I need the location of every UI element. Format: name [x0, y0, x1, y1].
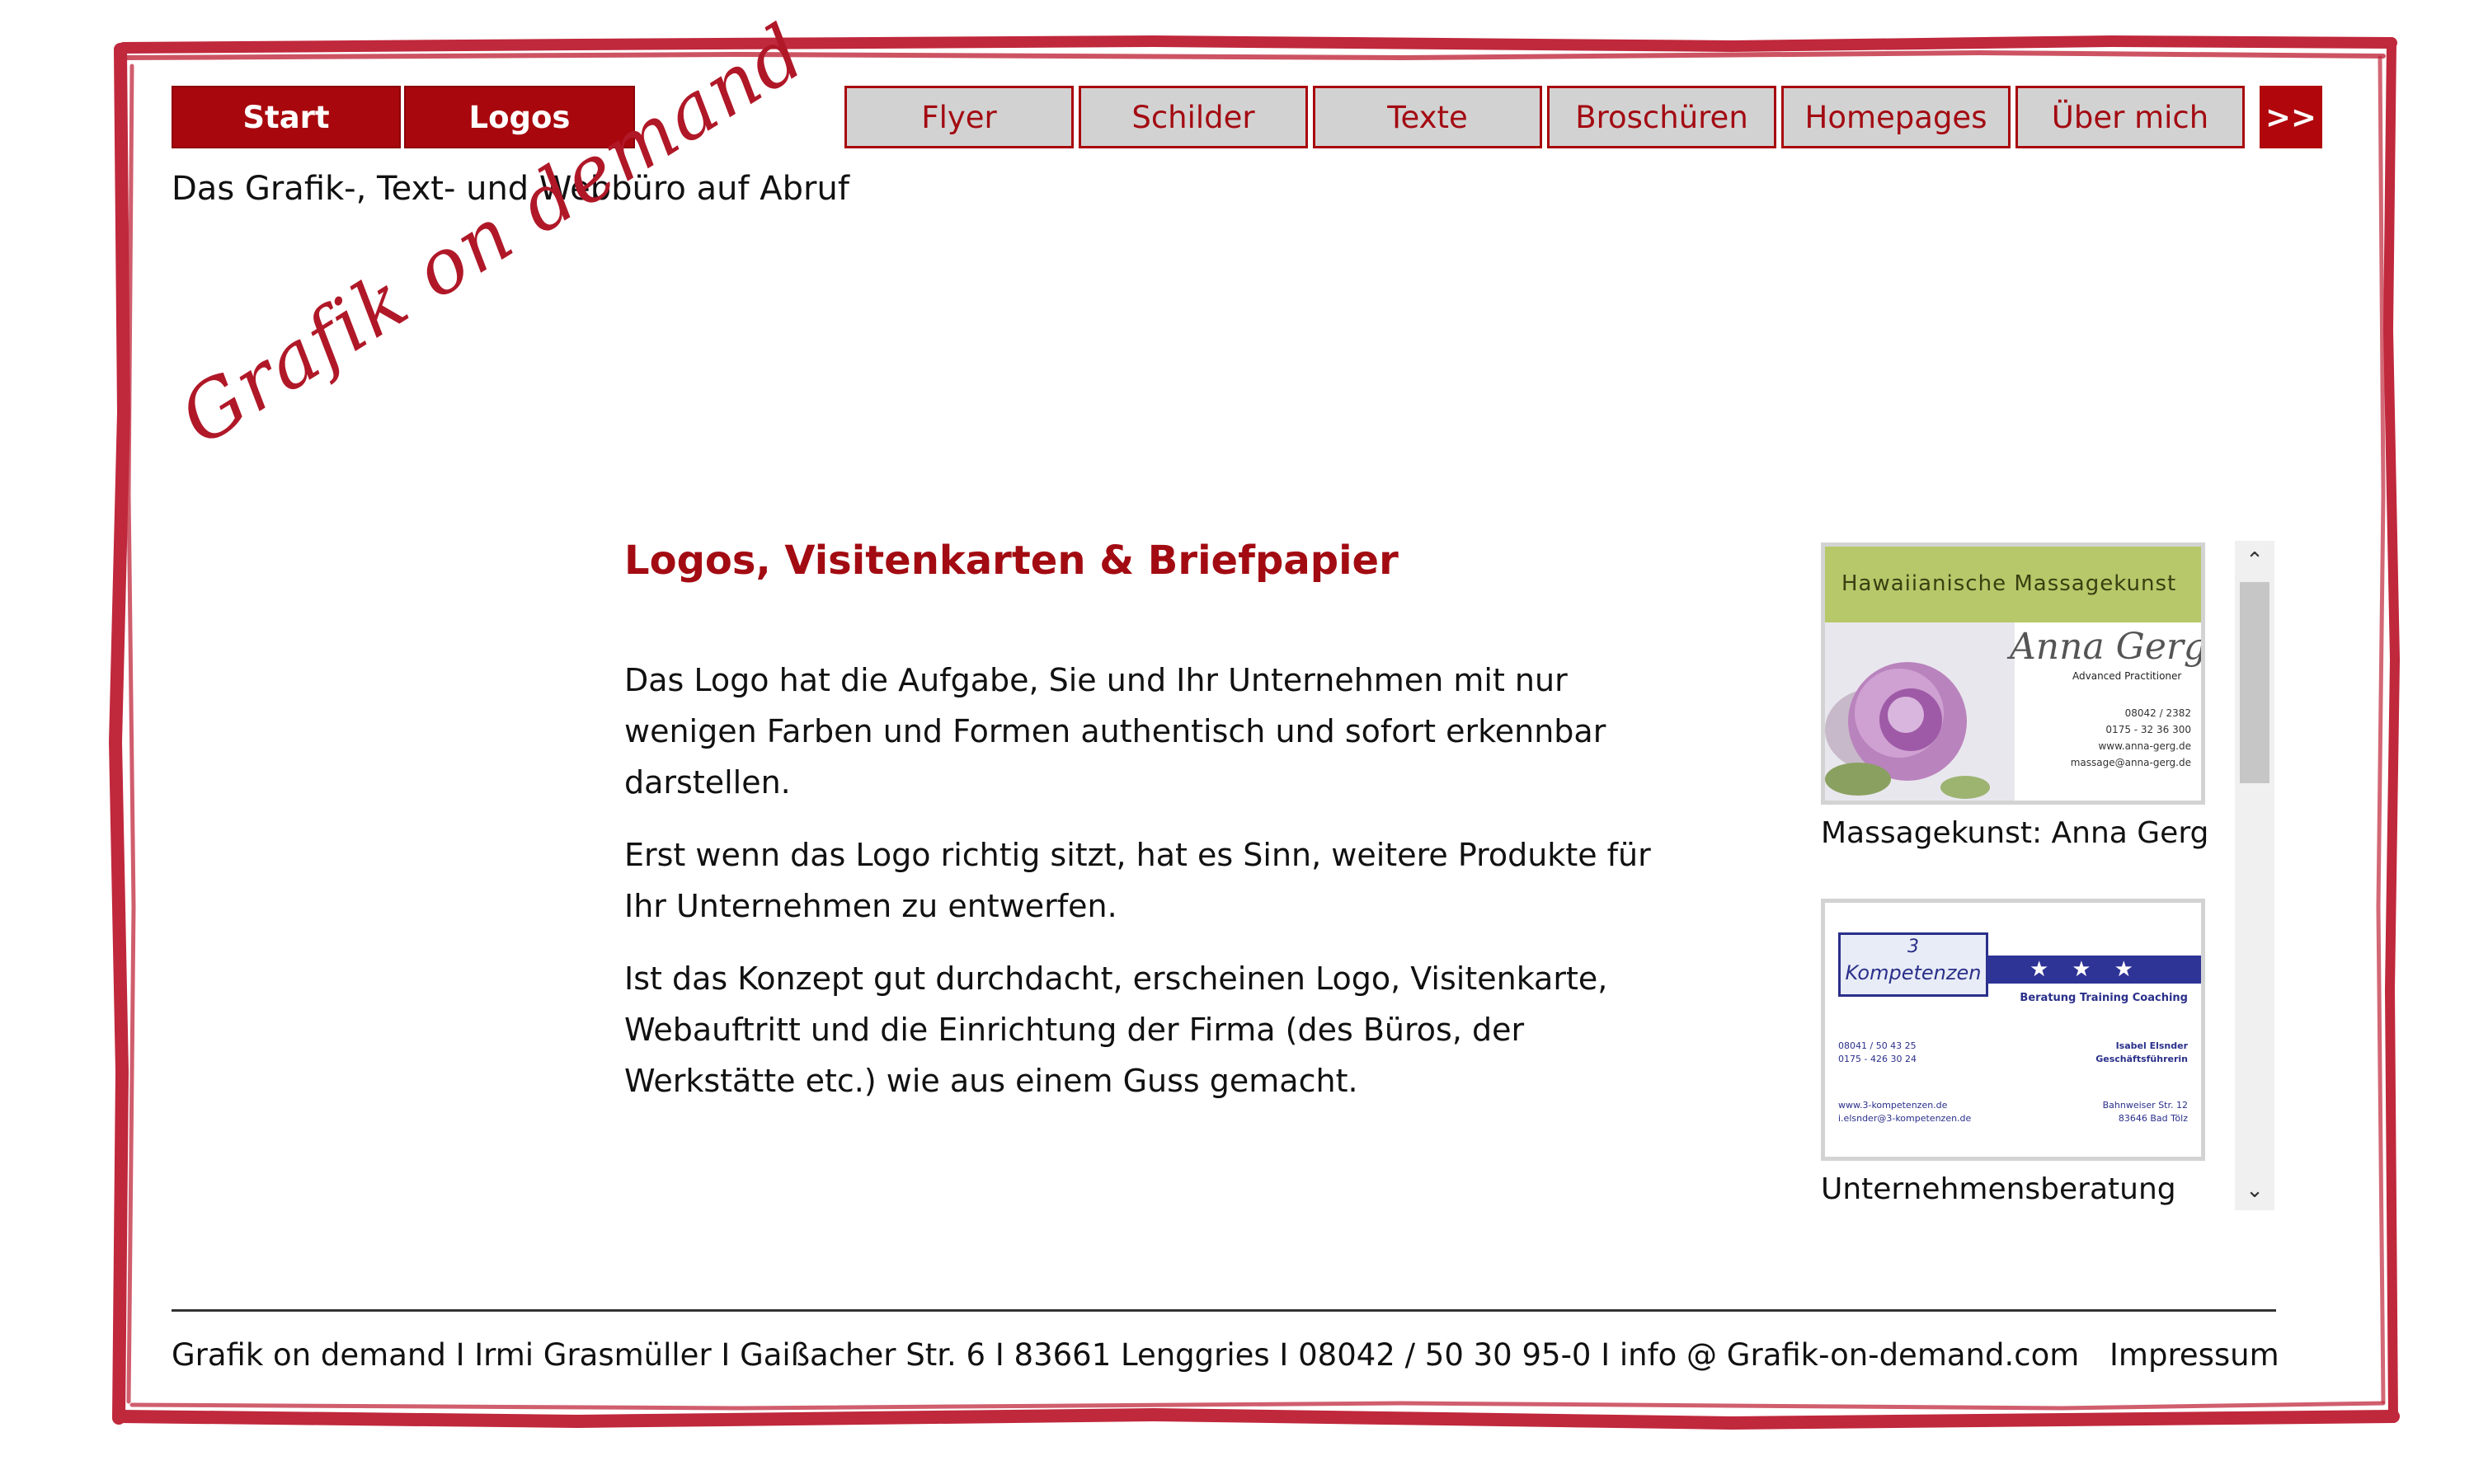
footer-contact: Grafik on demand I Irmi Grasmüller I Gai… [172, 1337, 2080, 1373]
card-title: Hawaiianische Massagekunst [1841, 571, 2177, 596]
page-heading: Logos, Visitenkarten & Briefpapier [624, 538, 1399, 584]
card-person: Isabel Elsnder Geschäftsführerin [2095, 1040, 2188, 1064]
scroll-up-icon[interactable]: ⌃ [2235, 541, 2274, 580]
card-name: Anna Gerg [2010, 626, 2205, 668]
scroll-down-icon[interactable]: ⌄ [2235, 1171, 2274, 1210]
nav-schilder[interactable]: Schilder [1079, 86, 1308, 148]
flower-image [1825, 622, 2015, 801]
thumbnail-consulting-card[interactable]: 3 Kompetenzen ★★★ Beratung Training Coac… [1821, 899, 2205, 1161]
gallery-scrollbar[interactable]: ⌃ ⌄ [2235, 541, 2274, 1210]
thumbnail-caption: Massagekunst: Anna Gerg [1821, 816, 2209, 850]
card-subtitle: Advanced Practitioner [2072, 670, 2182, 682]
scroll-thumb[interactable] [2240, 582, 2269, 783]
footer-divider [172, 1309, 2276, 1312]
card-star-band: ★★★ [1987, 956, 2201, 984]
impressum-link[interactable]: Impressum [2109, 1337, 2279, 1373]
paragraph-logo-first: Erst wenn das Logo richtig sitzt, hat es… [624, 837, 1651, 924]
nav-start[interactable]: Start [172, 86, 401, 148]
card-phone: 08041 / 50 43 25 0175 - 426 30 24 [1838, 1040, 1917, 1064]
nav-homepages[interactable]: Homepages [1781, 86, 2011, 148]
card-tagline: Beratung Training Coaching [2020, 992, 2188, 1004]
card-web: www.3-kompetenzen.de i.elsnder@3-kompete… [1838, 1100, 1972, 1124]
nav-broschueren[interactable]: Broschüren [1547, 86, 1776, 148]
thumbnail-caption: Unternehmensberatung [1821, 1172, 2176, 1206]
card-address: Bahnweiser Str. 12 83646 Bad Tölz [2102, 1100, 2188, 1124]
nav-flyer[interactable]: Flyer [844, 86, 1074, 148]
nav-ueber-mich[interactable]: Über mich [2015, 86, 2245, 148]
nav-more-button[interactable]: >> [2260, 86, 2322, 148]
card-contact: 08042 / 2382 0175 - 32 36 300 www.anna-g… [2070, 707, 2191, 768]
card-logo-box: 3 Kompetenzen [1838, 932, 1988, 997]
paragraph-logo-task: Das Logo hat die Aufgabe, Sie und Ihr Un… [624, 662, 1606, 801]
thumbnail-massage-card[interactable]: Hawaiianische Massagekunst Anna Gerg Adv… [1821, 542, 2205, 805]
paragraph-concept: Ist das Konzept gut durchdacht, erschein… [624, 960, 1608, 1099]
nav-texte[interactable]: Texte [1313, 86, 1542, 148]
